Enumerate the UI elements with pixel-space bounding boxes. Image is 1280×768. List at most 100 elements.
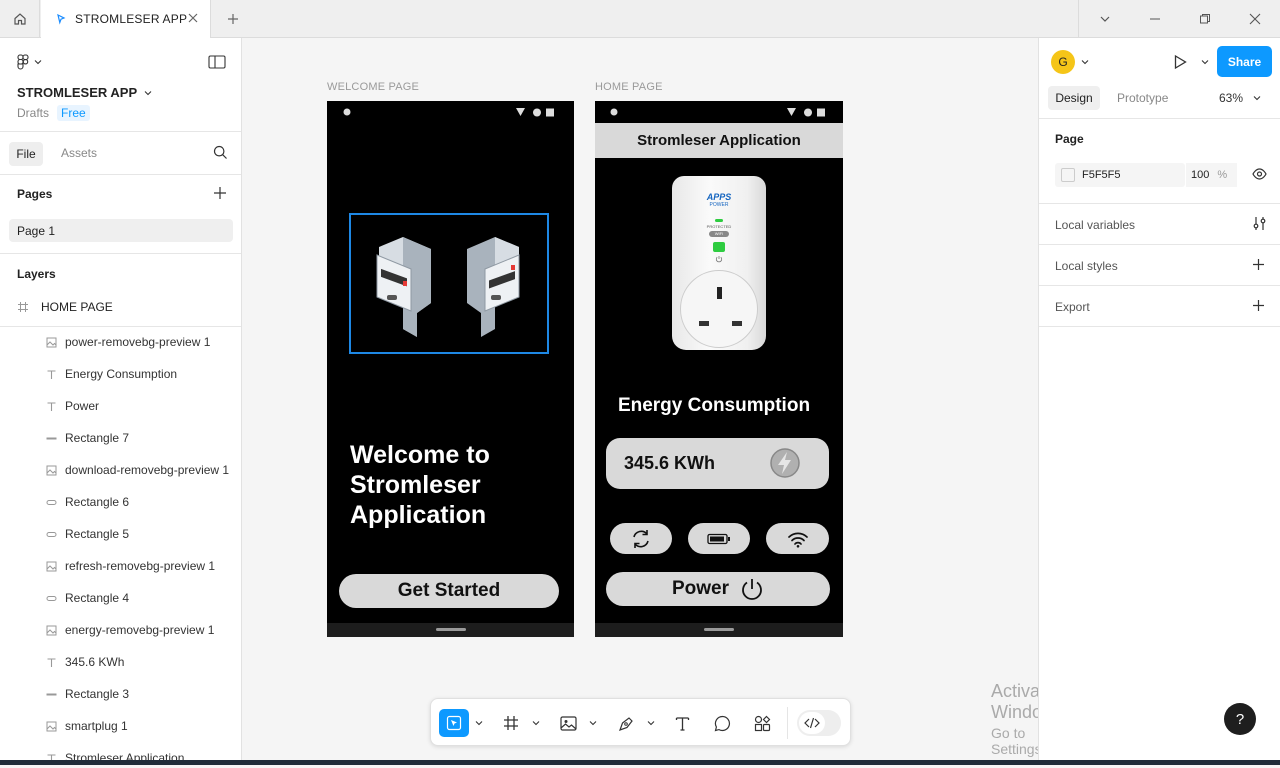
energy-consumption-title: Energy Consumption xyxy=(617,395,811,416)
tab-stromleser-app[interactable]: STROMLESER APP xyxy=(41,0,211,38)
app-header[interactable]: Stromleser Application xyxy=(595,123,843,158)
chevron-down-icon[interactable] xyxy=(1081,58,1089,66)
help-button[interactable]: ? xyxy=(1224,703,1256,735)
actions-tool-button[interactable] xyxy=(747,709,777,737)
layer-item[interactable]: power-removebg-preview 1 xyxy=(44,332,210,352)
get-started-label: Get Started xyxy=(397,580,501,601)
dev-mode-toggle[interactable] xyxy=(797,710,841,736)
add-page-icon[interactable] xyxy=(213,186,227,200)
tab-prototype[interactable]: Prototype xyxy=(1117,91,1168,105)
smartplug-image[interactable]: APPS POWER PROTECTED WIFI xyxy=(672,176,766,350)
windows-watermark: Activate Windows Go to Settings to activ… xyxy=(991,681,1038,760)
help-label: ? xyxy=(1235,710,1245,728)
page-item-page-1[interactable]: Page 1 xyxy=(9,219,233,242)
heading-line: Stromleser xyxy=(350,471,481,499)
avatar-letter: G xyxy=(1058,55,1068,69)
layer-item[interactable]: refresh-removebg-preview 1 xyxy=(44,556,215,576)
image-icon xyxy=(559,715,577,731)
tab-file[interactable]: File xyxy=(9,142,43,166)
chevron-down-icon[interactable] xyxy=(589,719,597,727)
layer-item[interactable]: Rectangle 7 xyxy=(44,428,129,448)
layer-item-label: Rectangle 4 xyxy=(65,591,130,605)
user-avatar[interactable]: G xyxy=(1051,50,1075,74)
tab-design[interactable]: Design xyxy=(1048,86,1100,110)
home-page-frame[interactable]: Stromleser Application APPS POWER PROTEC… xyxy=(595,101,843,637)
layer-item[interactable]: Rectangle 6 xyxy=(44,492,129,512)
layer-item[interactable]: Stromleser Application xyxy=(44,748,184,768)
layer-frame-home-page[interactable]: HOME PAGE xyxy=(17,300,113,314)
search-icon[interactable] xyxy=(213,145,228,160)
local-styles-header[interactable]: Local styles xyxy=(1055,259,1118,273)
layer-item[interactable]: 345.6 KWh xyxy=(44,652,124,672)
pen-tool-button[interactable] xyxy=(611,709,641,737)
canvas[interactable]: WELCOME PAGE HOME PAGE Welcome to Stroml… xyxy=(242,38,1038,760)
move-tool-button[interactable] xyxy=(439,709,469,737)
toggle-sidebar-icon[interactable] xyxy=(208,55,226,69)
tab-file-label: File xyxy=(16,147,36,161)
plan-badge[interactable]: Free xyxy=(57,105,90,121)
frame-label-home[interactable]: HOME PAGE xyxy=(595,81,663,93)
file-location[interactable]: Drafts xyxy=(17,106,49,120)
restore-button[interactable] xyxy=(1180,0,1230,38)
layer-item[interactable]: download-removebg-preview 1 xyxy=(44,460,229,480)
welcome-page-frame[interactable]: Welcome to Stromleser Application Get St… xyxy=(327,101,574,637)
watermark-title: Activate Windows xyxy=(991,681,1038,722)
wifi-button[interactable] xyxy=(766,523,829,554)
layer-item-label: Energy Consumption xyxy=(65,367,178,381)
main-menu-button[interactable] xyxy=(17,54,42,70)
tabs-dropdown-button[interactable] xyxy=(1080,0,1130,38)
text-icon xyxy=(47,657,55,667)
battery-button[interactable] xyxy=(688,523,750,554)
add-icon[interactable] xyxy=(1252,258,1265,271)
variables-icon[interactable] xyxy=(1252,216,1267,231)
comment-tool-button[interactable] xyxy=(707,709,737,737)
home-button[interactable] xyxy=(0,0,40,38)
layer-item[interactable]: Rectangle 4 xyxy=(44,588,129,608)
page-opacity-field[interactable]: 100 % xyxy=(1185,163,1237,187)
eye-icon[interactable] xyxy=(1252,168,1267,180)
plug-protected: PROTECTED xyxy=(706,224,732,229)
present-play-icon[interactable] xyxy=(1172,54,1188,70)
plug-socket xyxy=(680,270,758,348)
chevron-down-icon[interactable] xyxy=(532,719,540,727)
image-tool-button[interactable] xyxy=(553,709,583,737)
frame-tool-button[interactable] xyxy=(496,709,526,737)
minimize-button[interactable] xyxy=(1130,0,1180,38)
home-indicator xyxy=(704,628,734,631)
meters-image-selected[interactable] xyxy=(349,213,549,354)
close-window-button[interactable] xyxy=(1230,0,1280,38)
power-button[interactable]: Power xyxy=(606,572,830,606)
layer-item[interactable]: Rectangle 3 xyxy=(44,684,129,704)
export-header[interactable]: Export xyxy=(1055,300,1090,314)
text-icon xyxy=(47,401,55,411)
tab-assets[interactable]: Assets xyxy=(61,146,97,160)
tab-label: STROMLESER APP xyxy=(75,12,188,26)
layer-item[interactable]: Rectangle 5 xyxy=(44,524,129,544)
local-variables-header[interactable]: Local variables xyxy=(1055,218,1135,232)
file-name-menu[interactable]: STROMLESER APP xyxy=(17,85,152,100)
page-color-field[interactable]: F5F5F5 xyxy=(1055,163,1185,187)
add-icon[interactable] xyxy=(1252,299,1265,312)
text-tool-button[interactable] xyxy=(667,709,697,737)
frame-label-welcome[interactable]: WELCOME PAGE xyxy=(327,81,419,93)
new-tab-icon[interactable] xyxy=(224,10,242,28)
get-started-button[interactable]: Get Started xyxy=(339,574,559,608)
close-tab-icon[interactable] xyxy=(186,11,200,25)
layer-item-label: Rectangle 3 xyxy=(65,687,130,701)
layer-item[interactable]: Power xyxy=(44,396,99,416)
share-button[interactable]: Share xyxy=(1217,46,1272,77)
close-icon xyxy=(1249,13,1261,25)
page-item-label: Page 1 xyxy=(17,223,56,238)
refresh-button[interactable] xyxy=(610,523,672,554)
zoom-dropdown[interactable]: 63% xyxy=(1219,91,1261,105)
camera-dot-icon xyxy=(343,108,351,116)
frame-icon xyxy=(504,716,518,730)
layer-item[interactable]: energy-removebg-preview 1 xyxy=(44,620,214,640)
plug-led xyxy=(715,219,723,222)
chevron-down-icon[interactable] xyxy=(475,719,483,727)
chevron-down-icon[interactable] xyxy=(1201,58,1209,66)
reading-card[interactable]: 345.6 KWh xyxy=(606,438,829,489)
layer-item[interactable]: Energy Consumption xyxy=(44,364,177,384)
layer-item[interactable]: smartplug 1 xyxy=(44,716,128,736)
chevron-down-icon[interactable] xyxy=(647,719,655,727)
